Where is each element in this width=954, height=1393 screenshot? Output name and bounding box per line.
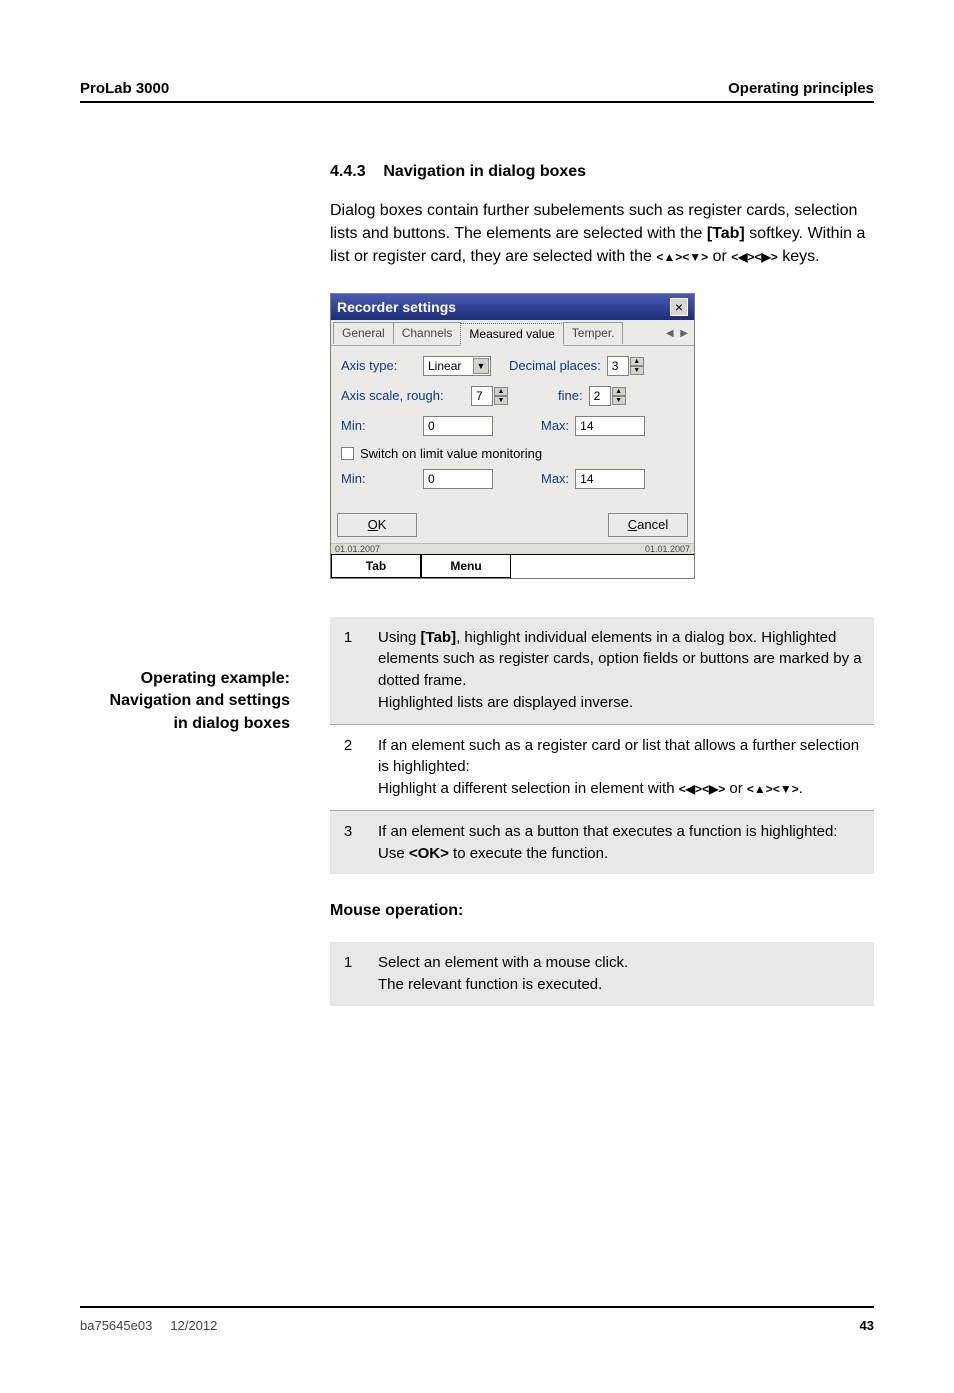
step-text: If an element such as a button that exec…: [366, 811, 874, 875]
decimal-places-spinner[interactable]: ▲▼: [630, 357, 644, 375]
limit-monitoring-label: Switch on limit value monitoring: [360, 446, 542, 461]
fine-label: fine:: [558, 388, 583, 403]
chevron-down-icon: ▼: [473, 358, 489, 374]
step-number: 1: [330, 942, 366, 1006]
axis-type-dropdown[interactable]: Linear ▼: [423, 356, 491, 376]
max-input-2[interactable]: 14: [575, 469, 645, 489]
section-number: 4.4.3: [330, 163, 366, 180]
tab-measured-value[interactable]: Measured value: [460, 323, 563, 346]
operating-example-caption: Operating example: Navigation and settin…: [80, 668, 290, 735]
tab-channels[interactable]: Channels: [393, 322, 462, 344]
decimal-places-label: Decimal places:: [509, 358, 601, 373]
footer-date: 12/2012: [170, 1318, 217, 1333]
recorder-settings-dialog: Recorder settings × General Channels Mea…: [330, 293, 695, 579]
close-icon[interactable]: ×: [670, 298, 688, 316]
softkey-menu[interactable]: Menu: [421, 555, 511, 578]
axis-type-label: Axis type:: [341, 358, 423, 373]
mouse-operation-heading: Mouse operation:: [330, 902, 874, 920]
tab-general[interactable]: General: [333, 322, 394, 344]
axis-scale-rough-label: Axis scale, rough:: [341, 388, 471, 403]
min-input-1[interactable]: 0: [423, 416, 493, 436]
min-input-2[interactable]: 0: [423, 469, 493, 489]
softkey-tab[interactable]: Tab: [331, 555, 421, 578]
tab-temper[interactable]: Temper.: [563, 322, 624, 344]
max-input-1[interactable]: 14: [575, 416, 645, 436]
fine-input[interactable]: 2: [589, 386, 611, 406]
min-label-2: Min:: [341, 471, 423, 486]
step-number: 2: [330, 725, 366, 810]
step-number: 1: [330, 617, 366, 724]
header-rule: [80, 101, 874, 103]
status-time-left: 01.01.2007: [335, 544, 380, 554]
max-label-1: Max:: [541, 418, 569, 433]
section-title: Navigation in dialog boxes: [383, 163, 586, 180]
mouse-steps-table: 1 Select an element with a mouse click. …: [330, 942, 874, 1006]
footer-rule: [80, 1306, 874, 1308]
step-number: 3: [330, 811, 366, 875]
ok-button[interactable]: OK: [337, 513, 417, 537]
limit-monitoring-checkbox[interactable]: [341, 447, 354, 460]
max-label-2: Max:: [541, 471, 569, 486]
doc-header-right: Operating principles: [728, 80, 874, 97]
cancel-button[interactable]: Cancel: [608, 513, 688, 537]
tab-scroll-right-icon[interactable]: ▶: [680, 328, 690, 339]
intro-paragraph: Dialog boxes contain further subelements…: [330, 199, 874, 269]
navigation-steps-table: 1 Using [Tab], highlight individual elem…: [330, 617, 874, 875]
step-text: If an element such as a register card or…: [366, 725, 874, 810]
decimal-places-input[interactable]: 3: [607, 356, 629, 376]
footer-doc-id: ba75645e03: [80, 1318, 152, 1333]
page-number: 43: [860, 1318, 874, 1333]
axis-scale-rough-spinner[interactable]: ▲▼: [494, 387, 508, 405]
doc-header-left: ProLab 3000: [80, 80, 169, 97]
step-text: Using [Tab], highlight individual elemen…: [366, 617, 874, 724]
dialog-title: Recorder settings: [337, 299, 456, 315]
dialog-tabs: General Channels Measured value Temper. …: [331, 320, 694, 346]
status-time-right: 01.01.2007: [645, 544, 690, 554]
fine-spinner[interactable]: ▲▼: [612, 387, 626, 405]
tab-scroll-left-icon[interactable]: ◀: [666, 328, 676, 339]
axis-scale-rough-input[interactable]: 7: [471, 386, 493, 406]
step-text: Select an element with a mouse click. Th…: [366, 942, 874, 1006]
min-label-1: Min:: [341, 418, 423, 433]
